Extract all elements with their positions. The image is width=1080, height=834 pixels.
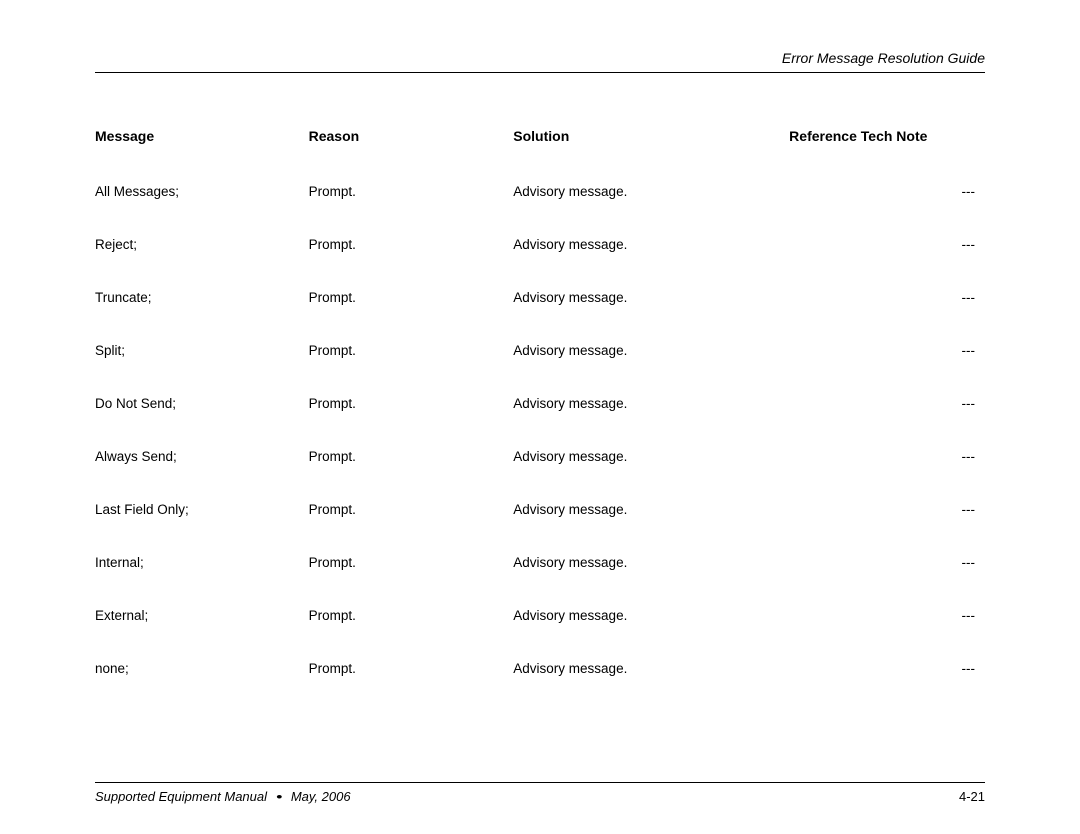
cell-message: Last Field Only; xyxy=(95,502,309,555)
page-header: Error Message Resolution Guide xyxy=(95,50,985,73)
cell-reason: Prompt. xyxy=(309,555,514,608)
error-message-table: Message Reason Solution Reference Tech N… xyxy=(95,128,985,714)
footer-page-number: 4-21 xyxy=(959,789,985,804)
table-row: Truncate; Prompt. Advisory message. --- xyxy=(95,290,985,343)
column-header-solution: Solution xyxy=(513,128,789,184)
cell-reference: --- xyxy=(789,343,985,396)
cell-reason: Prompt. xyxy=(309,449,514,502)
cell-reason: Prompt. xyxy=(309,343,514,396)
cell-solution: Advisory message. xyxy=(513,555,789,608)
page-footer: Supported Equipment Manual • May, 2006 4… xyxy=(95,782,985,804)
table-row: Split; Prompt. Advisory message. --- xyxy=(95,343,985,396)
table-row: Always Send; Prompt. Advisory message. -… xyxy=(95,449,985,502)
document-page: Error Message Resolution Guide Message R… xyxy=(0,0,1080,834)
cell-solution: Advisory message. xyxy=(513,290,789,343)
cell-reason: Prompt. xyxy=(309,661,514,714)
column-header-reason: Reason xyxy=(309,128,514,184)
table-container: Message Reason Solution Reference Tech N… xyxy=(95,128,985,782)
table-row: Internal; Prompt. Advisory message. --- xyxy=(95,555,985,608)
cell-message: Always Send; xyxy=(95,449,309,502)
footer-date: May, 2006 xyxy=(291,789,351,804)
cell-message: Truncate; xyxy=(95,290,309,343)
table-row: All Messages; Prompt. Advisory message. … xyxy=(95,184,985,237)
table-row: Do Not Send; Prompt. Advisory message. -… xyxy=(95,396,985,449)
cell-message: Reject; xyxy=(95,237,309,290)
cell-solution: Advisory message. xyxy=(513,449,789,502)
cell-solution: Advisory message. xyxy=(513,343,789,396)
cell-reference: --- xyxy=(789,237,985,290)
cell-reason: Prompt. xyxy=(309,237,514,290)
cell-message: none; xyxy=(95,661,309,714)
cell-message: Split; xyxy=(95,343,309,396)
column-header-reference: Reference Tech Note xyxy=(789,128,985,184)
cell-reference: --- xyxy=(789,396,985,449)
footer-separator-icon: • xyxy=(276,789,282,804)
cell-reference: --- xyxy=(789,449,985,502)
footer-manual-name: Supported Equipment Manual xyxy=(95,789,267,804)
cell-reason: Prompt. xyxy=(309,502,514,555)
header-title: Error Message Resolution Guide xyxy=(782,50,985,66)
cell-solution: Advisory message. xyxy=(513,661,789,714)
cell-reference: --- xyxy=(789,290,985,343)
cell-reason: Prompt. xyxy=(309,184,514,237)
cell-message: All Messages; xyxy=(95,184,309,237)
cell-message: Do Not Send; xyxy=(95,396,309,449)
cell-reference: --- xyxy=(789,184,985,237)
cell-solution: Advisory message. xyxy=(513,237,789,290)
cell-reference: --- xyxy=(789,608,985,661)
cell-reference: --- xyxy=(789,661,985,714)
cell-solution: Advisory message. xyxy=(513,608,789,661)
cell-solution: Advisory message. xyxy=(513,502,789,555)
cell-reference: --- xyxy=(789,502,985,555)
cell-message: External; xyxy=(95,608,309,661)
footer-left: Supported Equipment Manual • May, 2006 xyxy=(95,789,351,804)
cell-message: Internal; xyxy=(95,555,309,608)
table-body: All Messages; Prompt. Advisory message. … xyxy=(95,184,985,714)
cell-reason: Prompt. xyxy=(309,396,514,449)
table-header-row: Message Reason Solution Reference Tech N… xyxy=(95,128,985,184)
cell-solution: Advisory message. xyxy=(513,396,789,449)
table-row: Last Field Only; Prompt. Advisory messag… xyxy=(95,502,985,555)
table-row: none; Prompt. Advisory message. --- xyxy=(95,661,985,714)
table-row: External; Prompt. Advisory message. --- xyxy=(95,608,985,661)
cell-reference: --- xyxy=(789,555,985,608)
cell-reason: Prompt. xyxy=(309,290,514,343)
column-header-message: Message xyxy=(95,128,309,184)
cell-solution: Advisory message. xyxy=(513,184,789,237)
cell-reason: Prompt. xyxy=(309,608,514,661)
table-row: Reject; Prompt. Advisory message. --- xyxy=(95,237,985,290)
